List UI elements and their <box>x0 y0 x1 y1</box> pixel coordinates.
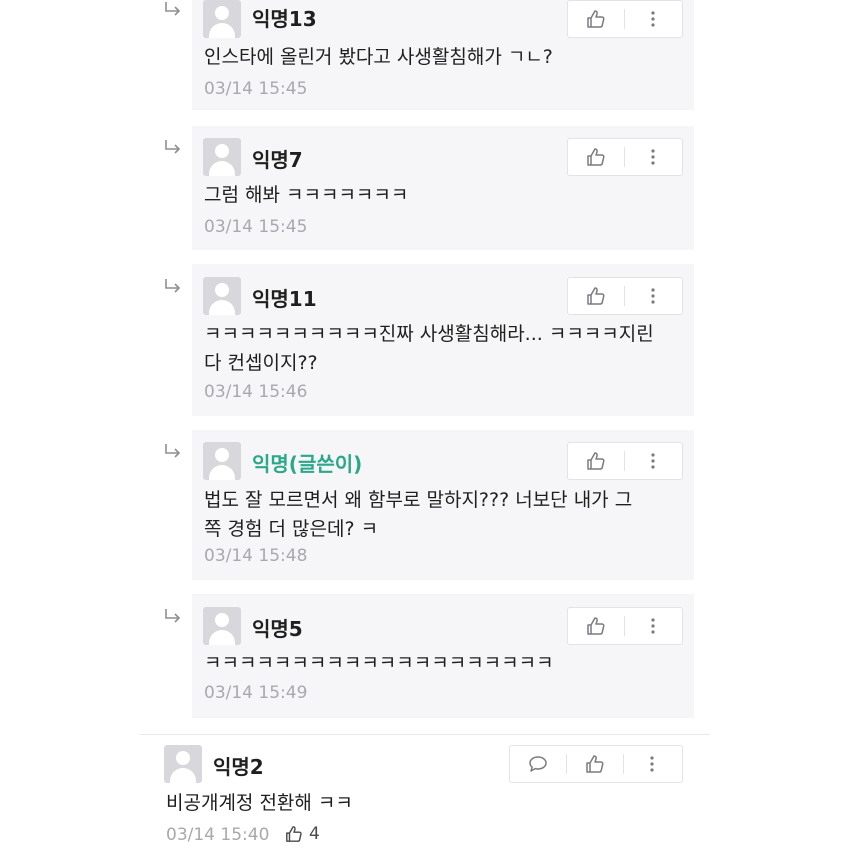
comment-time: 03/14 15:45 <box>204 217 308 237</box>
comment-actions <box>567 0 683 38</box>
comment-text: 인스타에 올린거 봤다고 사생활침해가 ㄱㄴ? <box>204 46 553 68</box>
like-count-badge: 4 <box>285 824 320 844</box>
more-button[interactable] <box>625 443 681 479</box>
comment-time: 03/14 15:49 <box>204 683 308 703</box>
comment-text: 그럼 해봐 ㅋㅋㅋㅋㅋㅋㅋ <box>204 184 409 206</box>
thumbs-up-icon <box>587 148 605 166</box>
comment-text-line: 다 컨셉이지?? <box>204 352 318 374</box>
nickname: 익명2 <box>213 755 264 779</box>
comment-actions <box>567 442 683 480</box>
comment-actions <box>567 277 683 315</box>
reply-comment: 익명13 인스타에 올린거 봤다고 사생활침해가 ㄱㄴ? 03/14 15:45 <box>192 0 694 110</box>
divider <box>140 734 710 735</box>
like-button[interactable] <box>568 1 624 37</box>
thumbs-up-icon <box>586 755 604 773</box>
like-button[interactable] <box>568 278 624 314</box>
more-button[interactable] <box>625 1 681 37</box>
like-button[interactable] <box>568 608 624 644</box>
more-vertical-icon <box>650 756 654 772</box>
more-vertical-icon <box>651 453 655 469</box>
avatar[interactable] <box>203 442 241 480</box>
avatar[interactable] <box>203 0 241 38</box>
reply-arrow-icon <box>165 444 181 458</box>
like-count: 4 <box>309 824 320 844</box>
thumbs-up-icon <box>587 287 605 305</box>
avatar[interactable] <box>164 745 202 783</box>
comment-text-line: ㅋㅋㅋㅋㅋㅋㅋㅋㅋㅋ진짜 사생활침해라... ㅋㅋㅋㅋ지린 <box>204 323 654 345</box>
reply-arrow-icon <box>165 279 181 293</box>
reply-comment: 익명(글쓴이) 법도 잘 모르면서 왜 함부로 말하지??? 너보단 내가 그 … <box>192 430 694 580</box>
reply-arrow-icon <box>165 2 181 16</box>
comment-actions <box>509 745 683 783</box>
nickname: 익명5 <box>252 617 303 641</box>
avatar[interactable] <box>203 607 241 645</box>
speech-bubble-icon <box>529 756 547 772</box>
like-button[interactable] <box>567 746 623 782</box>
thumbs-up-icon <box>286 826 302 842</box>
comment-time: 03/14 15:46 <box>204 382 308 402</box>
more-vertical-icon <box>651 11 655 27</box>
writer-nickname: 익명(글쓴이) <box>252 452 363 476</box>
comment-time: 03/14 15:40 <box>166 825 270 845</box>
comment-text-line: 쪽 경험 더 많은데? ㅋ <box>204 518 379 540</box>
comment-time: 03/14 15:45 <box>204 79 308 99</box>
more-button[interactable] <box>624 746 680 782</box>
avatar[interactable] <box>203 277 241 315</box>
more-vertical-icon <box>651 618 655 634</box>
reply-comment: 익명5 ㅋㅋㅋㅋㅋㅋㅋㅋㅋㅋㅋㅋㅋㅋㅋㅋㅋㅋㅋㅋ 03/14 15:49 <box>192 594 694 718</box>
comment-text: 비공개계정 전환해 ㅋㅋ <box>166 792 353 814</box>
thumbs-up-icon <box>587 617 605 635</box>
like-button[interactable] <box>568 139 624 175</box>
comment-actions <box>567 607 683 645</box>
more-button[interactable] <box>625 608 681 644</box>
thumbs-up-icon <box>587 10 605 28</box>
reply-arrow-icon <box>165 140 181 154</box>
comment-actions <box>567 138 683 176</box>
more-button[interactable] <box>625 278 681 314</box>
thumbs-up-icon <box>587 452 605 470</box>
like-button[interactable] <box>568 443 624 479</box>
nickname: 익명11 <box>252 287 317 311</box>
nickname: 익명7 <box>252 148 303 172</box>
more-vertical-icon <box>651 149 655 165</box>
more-vertical-icon <box>651 288 655 304</box>
reply-comment: 익명7 그럼 해봐 ㅋㅋㅋㅋㅋㅋㅋ 03/14 15:45 <box>192 126 694 250</box>
more-button[interactable] <box>625 139 681 175</box>
reply-arrow-icon <box>165 609 181 623</box>
reply-button[interactable] <box>510 746 566 782</box>
comment-time: 03/14 15:48 <box>204 546 308 566</box>
reply-comment: 익명11 ㅋㅋㅋㅋㅋㅋㅋㅋㅋㅋ진짜 사생활침해라... ㅋㅋㅋㅋ지린 다 컨셉이… <box>192 264 694 416</box>
comment-text-line: 법도 잘 모르면서 왜 함부로 말하지??? 너보단 내가 그 <box>204 489 633 511</box>
comment-text: ㅋㅋㅋㅋㅋㅋㅋㅋㅋㅋㅋㅋㅋㅋㅋㅋㅋㅋㅋㅋ <box>204 652 554 674</box>
nickname: 익명13 <box>252 7 317 31</box>
avatar[interactable] <box>203 138 241 176</box>
